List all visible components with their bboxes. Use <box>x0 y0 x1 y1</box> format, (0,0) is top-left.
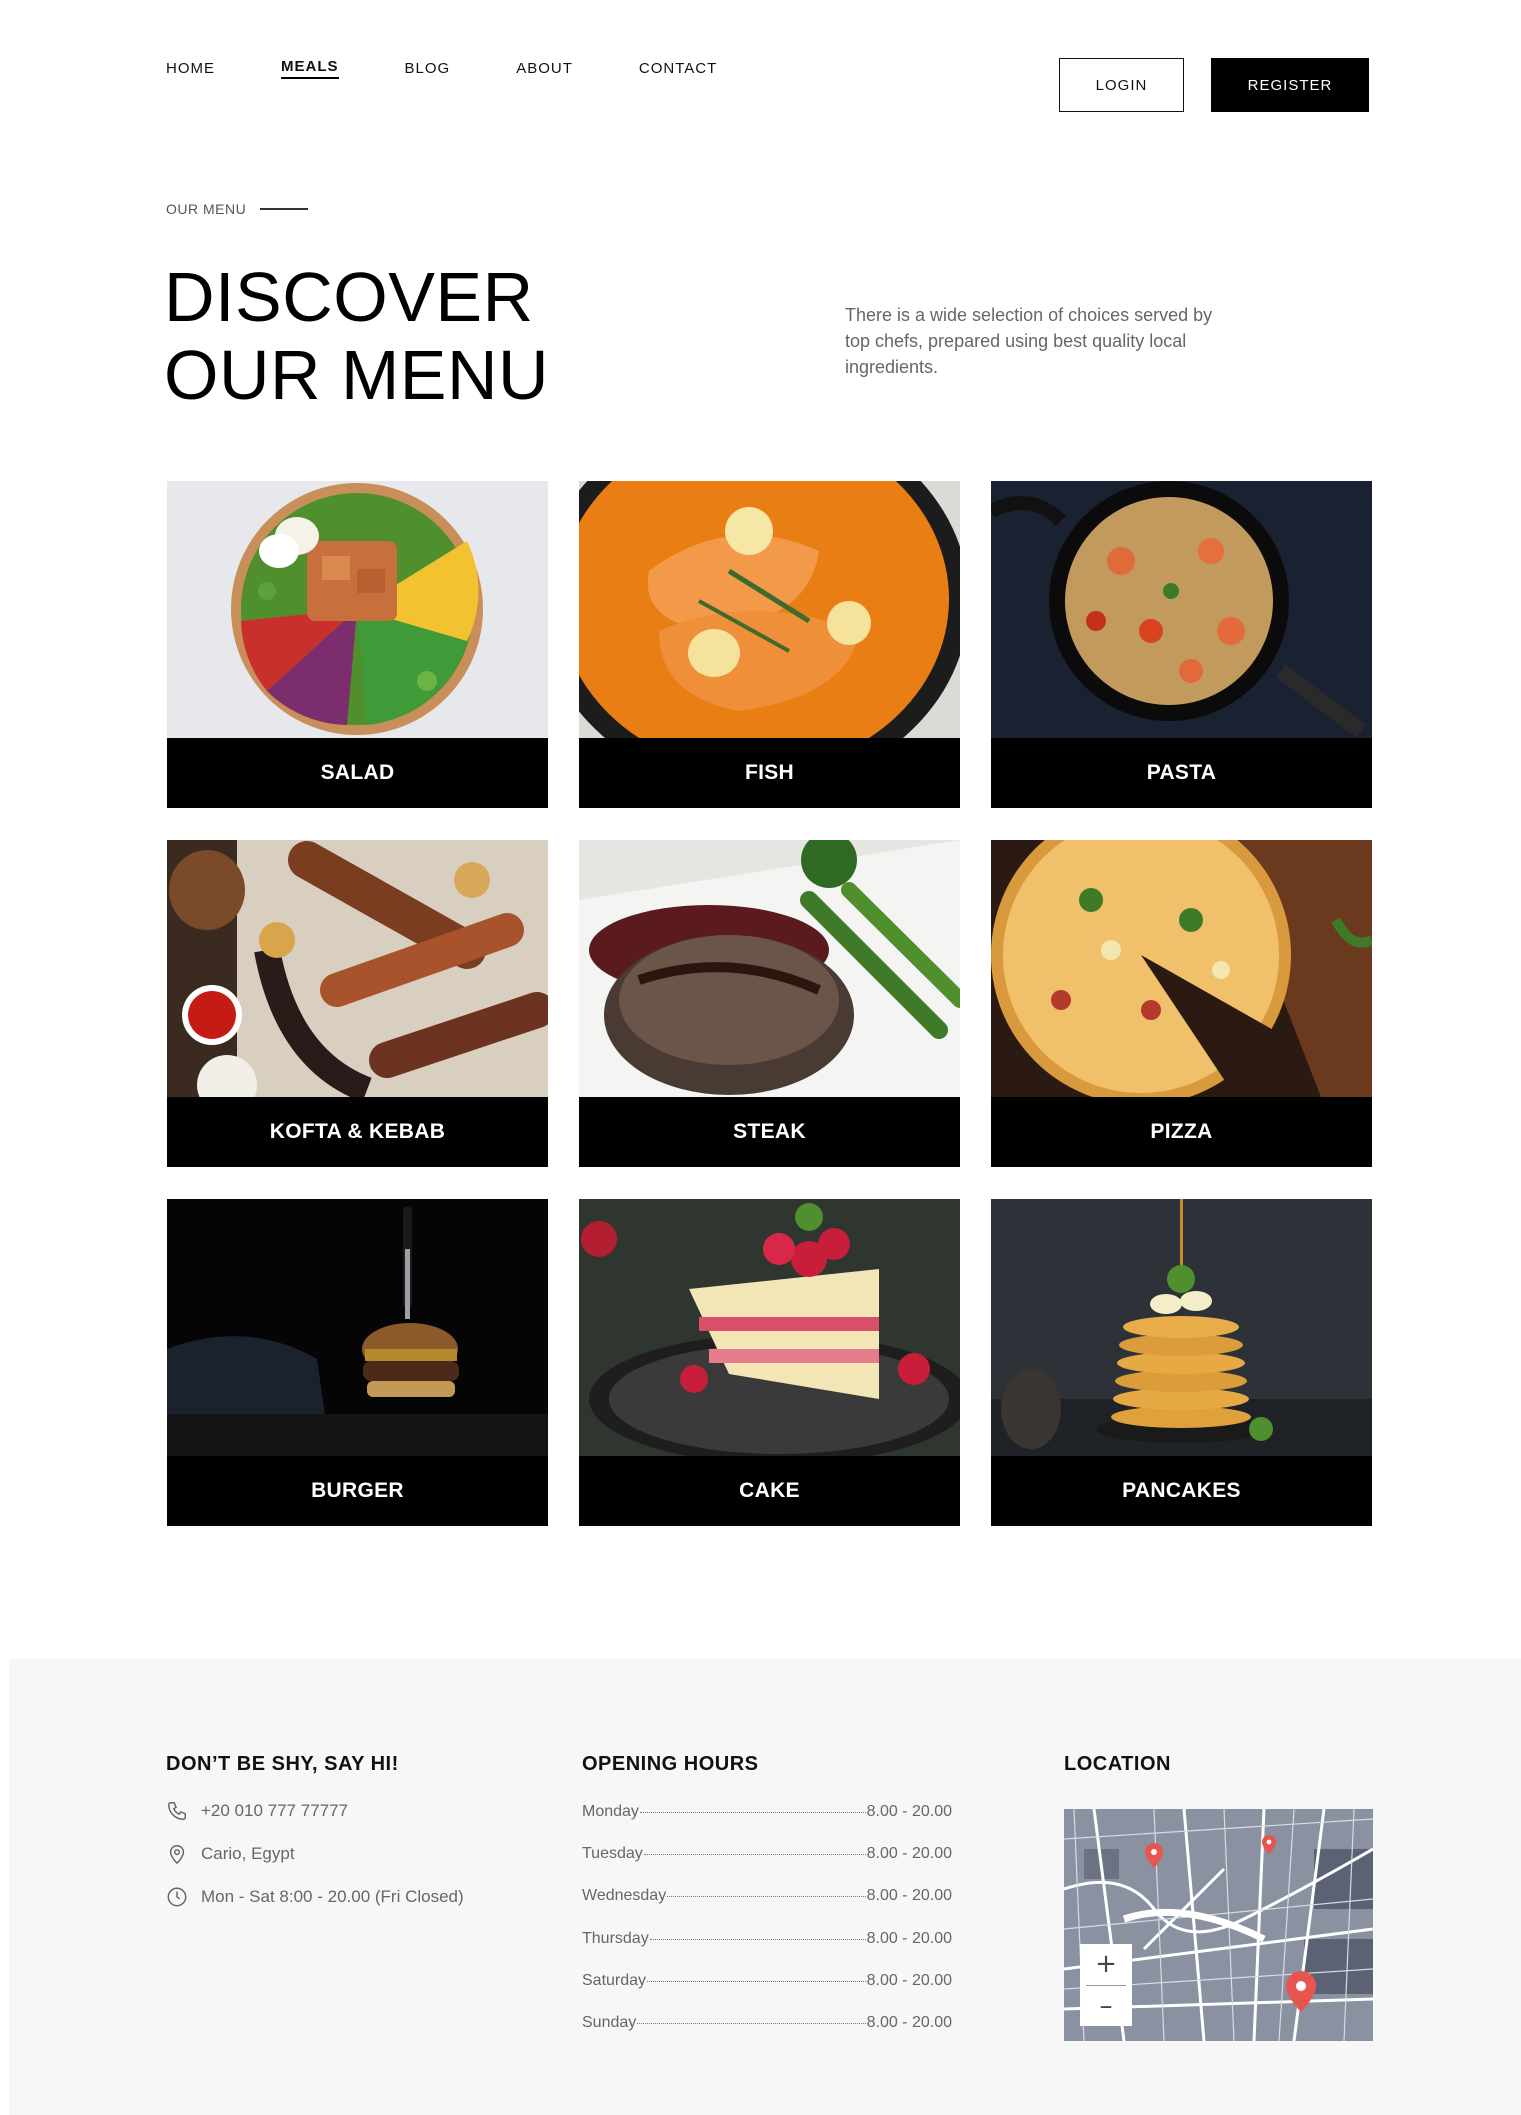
zoom-in-button[interactable]: + <box>1080 1944 1132 1985</box>
menu-card-label: SALAD <box>320 761 395 784</box>
hours-row: Saturday 8.00 - 20.00 <box>582 1972 952 1990</box>
hours-row: Thursday 8.00 - 20.00 <box>582 1930 952 1948</box>
section-eyebrow: OUR MENU <box>166 201 309 217</box>
menu-card-pancakes[interactable]: PANCAKES <box>991 1199 1372 1526</box>
hours-row: Monday 8.00 - 20.00 <box>582 1803 952 1821</box>
phone-icon <box>168 1802 186 1820</box>
day-label: Tuesday <box>582 1845 643 1862</box>
location-map[interactable]: + – <box>1064 1809 1373 2041</box>
day-label: Monday <box>582 1803 639 1820</box>
time-label: 8.00 - 20.00 <box>866 1803 952 1820</box>
menu-card-label: PASTA <box>1146 761 1217 784</box>
phone-text: +20 010 777 77777 <box>201 1801 349 1820</box>
address-text: Cario, Egypt <box>201 1844 295 1863</box>
menu-card-burger[interactable]: BURGER <box>167 1199 548 1526</box>
contact-hours: Mon - Sat 8:00 - 20.00 (Fri Closed) <box>166 1886 464 1908</box>
footer: DON’T BE SHY, SAY HI! +20 010 777 77777 … <box>9 1659 1521 2115</box>
hours-text: Mon - Sat 8:00 - 20.00 (Fri Closed) <box>201 1887 464 1906</box>
main-nav: HOME MEALS BLOG ABOUT CONTACT <box>166 58 783 79</box>
map-zoom-control: + – <box>1080 1944 1132 2026</box>
dot-leader <box>647 1981 866 1982</box>
pancake-stack-photo <box>991 1199 1372 1456</box>
menu-card-label: CAKE <box>739 1479 800 1502</box>
day-label: Saturday <box>582 1972 647 1989</box>
nav-contact[interactable]: CONTACT <box>639 60 717 77</box>
dot-leader <box>643 1854 866 1855</box>
dot-leader <box>667 1896 866 1897</box>
menu-card-label: KOFTA & KEBAB <box>269 1120 446 1143</box>
menu-card-label: BURGER <box>311 1479 404 1502</box>
eyebrow-label: OUR MENU <box>166 201 247 217</box>
hours-row: Tuesday 8.00 - 20.00 <box>582 1845 952 1863</box>
menu-card-fish[interactable]: FISH <box>579 481 960 808</box>
nav-about[interactable]: ABOUT <box>516 60 573 77</box>
menu-card-label: STEAK <box>733 1120 806 1143</box>
page-title-line2: OUR MENU <box>164 336 550 414</box>
menu-card-kofta-kebab[interactable]: KOFTA & KEBAB <box>167 840 548 1167</box>
day-label: Sunday <box>582 2014 637 2031</box>
location-pin-icon <box>169 1845 185 1865</box>
time-label: 8.00 - 20.00 <box>866 1845 952 1862</box>
steak-photo <box>579 840 960 1097</box>
time-label: 8.00 - 20.00 <box>866 1972 952 1989</box>
register-button[interactable]: REGISTER <box>1211 58 1369 112</box>
menu-card-salad[interactable]: SALAD <box>167 481 548 808</box>
eyebrow-divider <box>260 208 309 210</box>
menu-card-cake[interactable]: CAKE <box>579 1199 960 1526</box>
dot-leader <box>639 1812 866 1813</box>
hours-row: Sunday 8.00 - 20.00 <box>582 2014 952 2032</box>
time-label: 8.00 - 20.00 <box>866 2014 952 2031</box>
menu-card-label: PANCAKES <box>1122 1479 1241 1502</box>
page-title-line1: DISCOVER <box>164 258 534 336</box>
hero-description: There is a wide selection of choices ser… <box>845 305 1213 377</box>
time-label: 8.00 - 20.00 <box>866 1930 952 1947</box>
grill-platter-photo <box>167 840 548 1097</box>
pizza-photo <box>991 840 1372 1097</box>
burger-photo <box>167 1199 548 1456</box>
opening-hours-heading: OPENING HOURS <box>582 1753 759 1775</box>
menu-card-pizza[interactable]: PIZZA <box>991 840 1372 1167</box>
nav-meals[interactable]: MEALS <box>281 58 339 79</box>
hours-row: Wednesday 8.00 - 20.00 <box>582 1887 952 1905</box>
nav-home[interactable]: HOME <box>166 60 215 77</box>
cake-slice-photo <box>579 1199 960 1456</box>
menu-card-label: PIZZA <box>1150 1120 1213 1143</box>
shrimp-pasta-photo <box>991 481 1372 738</box>
menu-card-pasta[interactable]: PASTA <box>991 481 1372 808</box>
dot-leader <box>637 2023 866 2024</box>
salmon-pan-photo <box>579 481 960 738</box>
contact-address: Cario, Egypt <box>166 1843 295 1865</box>
page-title: DISCOVER OUR MENU <box>164 258 549 414</box>
menu-grid: SALAD FISH PASTA KOFTA & KEBAB STEAK PIZ… <box>167 481 1372 1526</box>
salad-bowl-photo <box>167 481 548 738</box>
day-label: Wednesday <box>582 1887 667 1904</box>
menu-card-label: FISH <box>744 761 795 784</box>
time-label: 8.00 - 20.00 <box>866 1887 952 1904</box>
login-button[interactable]: LOGIN <box>1059 58 1184 112</box>
dot-leader <box>649 1939 866 1940</box>
day-label: Thursday <box>582 1930 649 1947</box>
zoom-out-button[interactable]: – <box>1080 1985 1132 2026</box>
location-heading: LOCATION <box>1064 1753 1171 1775</box>
nav-blog[interactable]: BLOG <box>405 60 451 77</box>
clock-icon <box>167 1887 187 1907</box>
menu-card-steak[interactable]: STEAK <box>579 840 960 1167</box>
contact-phone[interactable]: +20 010 777 77777 <box>166 1800 348 1822</box>
contact-heading: DON’T BE SHY, SAY HI! <box>166 1753 399 1775</box>
